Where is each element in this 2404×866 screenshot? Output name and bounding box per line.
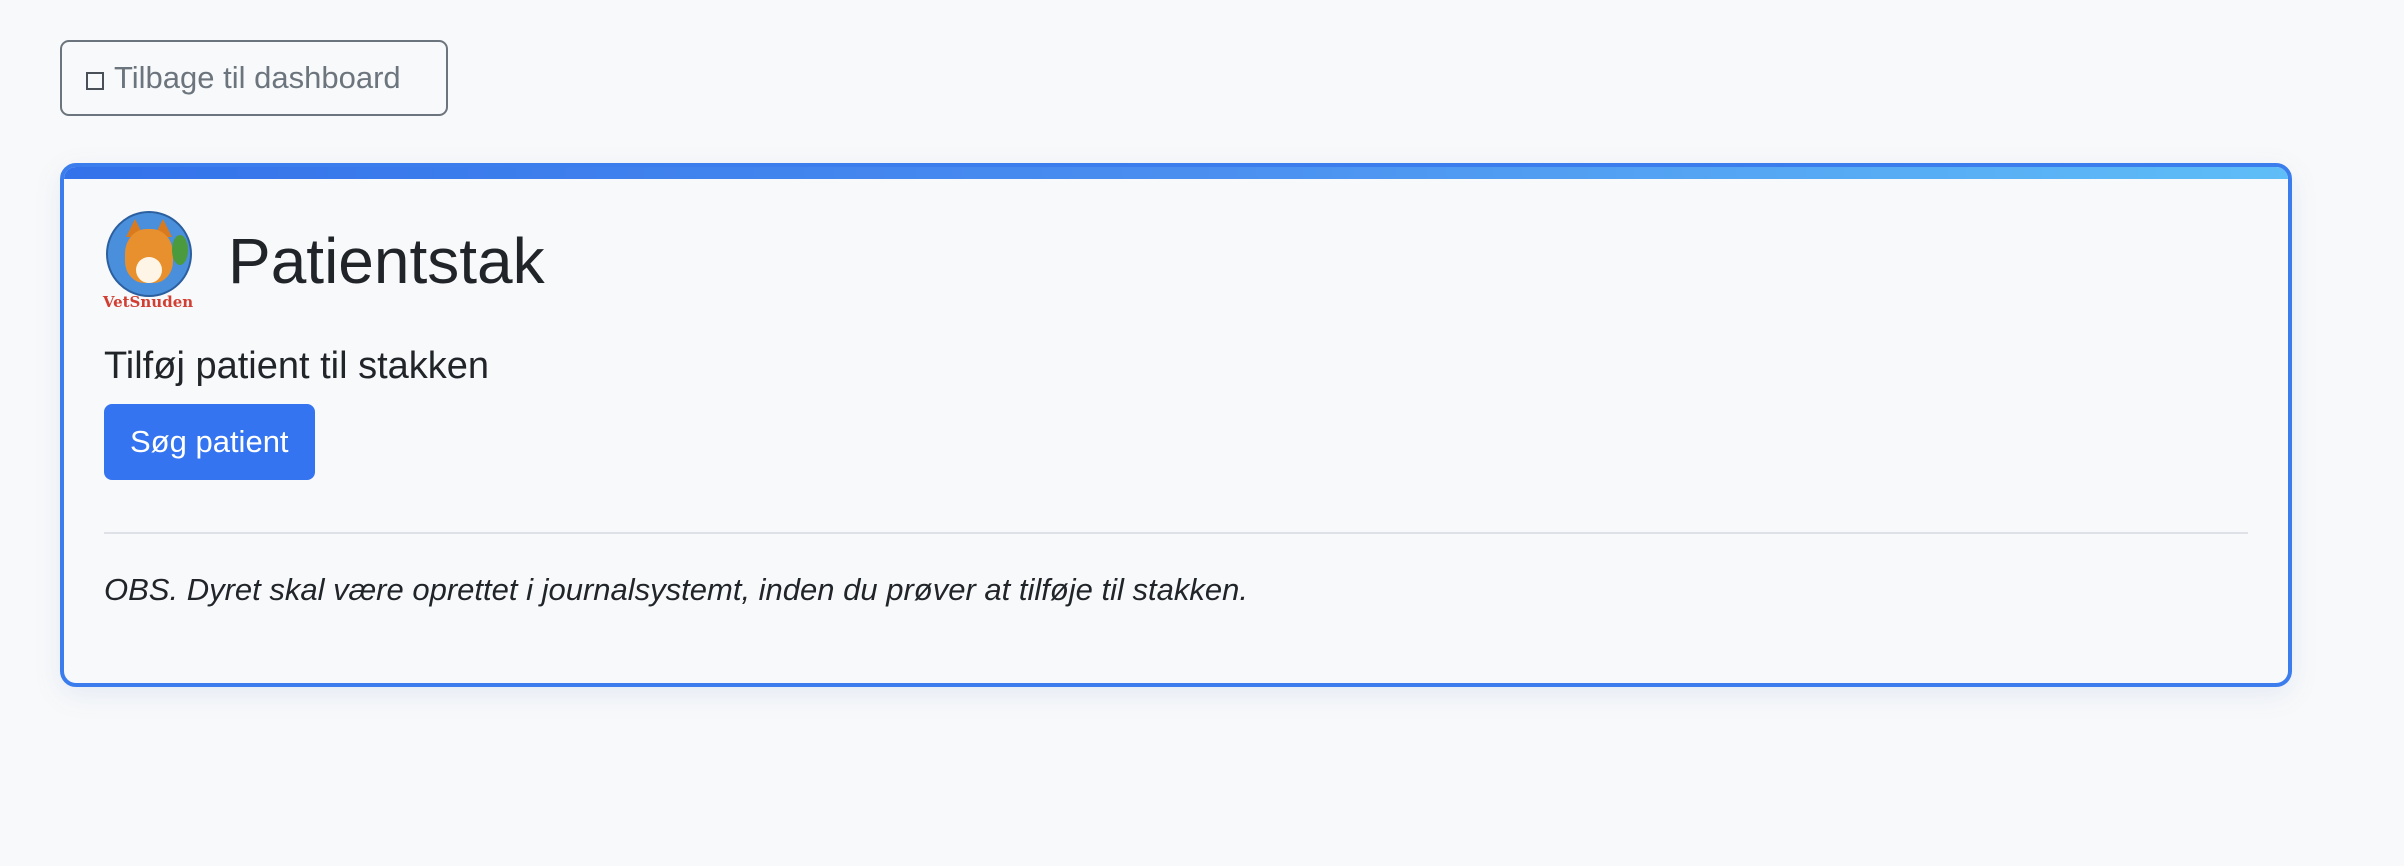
back-to-dashboard-label: Tilbage til dashboard bbox=[114, 60, 401, 95]
note-text: OBS. Dyret skal være oprettet i journals… bbox=[104, 572, 1248, 607]
page: Tilbage til dashboard VetSnuden Patients… bbox=[0, 0, 2404, 866]
divider bbox=[104, 532, 2248, 534]
vetsnuden-logo-icon: VetSnuden bbox=[102, 207, 194, 315]
card-header: VetSnuden Patientstak bbox=[102, 207, 2248, 315]
card-body: VetSnuden Patientstak Tilføj patient til… bbox=[102, 207, 2248, 608]
logo-text: VetSnuden bbox=[102, 293, 194, 311]
page-title: Patientstak bbox=[228, 225, 545, 297]
add-patient-heading: Tilføj patient til stakken bbox=[104, 345, 490, 387]
logo-circle bbox=[106, 211, 192, 297]
search-patient-button[interactable]: Søg patient bbox=[104, 404, 315, 480]
card-accent-bar bbox=[64, 167, 2288, 179]
square-outline-icon bbox=[86, 72, 104, 90]
back-to-dashboard-button[interactable]: Tilbage til dashboard bbox=[60, 40, 448, 116]
patient-stack-card: VetSnuden Patientstak Tilføj patient til… bbox=[60, 163, 2292, 687]
